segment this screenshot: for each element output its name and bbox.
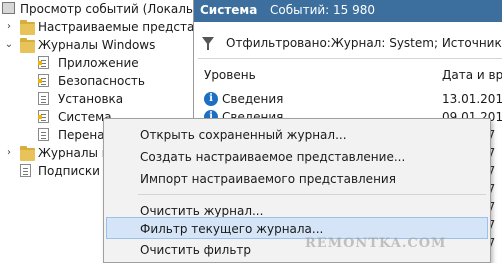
collapse-arrow-icon[interactable]: ⌄: [4, 36, 14, 54]
filter-description: Отфильтровано:Журнал: System; Источник: …: [226, 36, 502, 50]
tree-item-label: Подписки: [38, 164, 100, 178]
event-viewer-icon: [2, 2, 15, 14]
menu-item-label: Создать настраиваемое представление...: [140, 150, 406, 164]
column-header-row: Уровень Дата и время: [198, 64, 502, 86]
tree-item-label: Приложение: [58, 56, 139, 70]
menu-item-label: Фильтр текущего журнала...: [140, 222, 324, 236]
folder-icon: [20, 38, 35, 53]
watermark: REMONTKA.COM: [305, 236, 447, 251]
menu-separator: [138, 194, 486, 195]
menu-item-label: Импорт настраиваемого представления: [140, 172, 396, 186]
tree-item-root[interactable]: Просмотр событий (Локальный): [0, 0, 193, 18]
tree-item-label: Настраиваемые представления: [38, 20, 193, 34]
info-icon: i: [204, 92, 218, 106]
log-icon: [38, 92, 49, 105]
log-header: Система Событий: 15 980: [194, 0, 502, 22]
folder-icon: [20, 20, 35, 35]
table-row[interactable]: i Сведения 13.01.2018: [198, 90, 502, 108]
tree-item-application[interactable]: Приложение: [0, 54, 193, 72]
tree-item-setup[interactable]: Установка: [0, 90, 193, 108]
row-date: 13.01.2018: [442, 92, 502, 106]
log-icon: [38, 128, 49, 141]
event-count: Событий: 15 980: [270, 3, 376, 17]
subscriptions-icon: [20, 164, 31, 177]
menu-item-label: Очистить фильтр: [140, 243, 252, 257]
row-level: Сведения: [222, 92, 284, 106]
filter-icon: [202, 37, 214, 50]
menu-item-label: Открыть сохраненный журнал...: [140, 128, 347, 142]
tree-item-windows-logs[interactable]: ⌄ Журналы Windows: [0, 36, 193, 54]
tree-item-label: Безопасность: [58, 74, 145, 88]
column-header-level[interactable]: Уровень: [204, 64, 256, 86]
tree-item-label: Журналы Windows: [38, 38, 156, 52]
log-title: Система: [200, 3, 258, 17]
filter-bar: Отфильтровано:Журнал: System; Источник: …: [198, 28, 502, 59]
folder-icon: [20, 146, 35, 161]
expand-arrow-icon[interactable]: ›: [4, 18, 14, 36]
tree-item-label: Установка: [58, 92, 124, 106]
log-icon: [38, 74, 49, 87]
tree-item-custom-views[interactable]: › Настраиваемые представления: [0, 18, 193, 36]
log-icon: [38, 56, 49, 69]
expand-arrow-icon[interactable]: ›: [4, 144, 14, 162]
tree-item-security[interactable]: Безопасность: [0, 72, 193, 90]
menu-item-import-custom-view[interactable]: Импорт настраиваемого представления: [106, 168, 488, 190]
tree-item-label: Просмотр событий (Локальный): [20, 2, 193, 16]
column-header-date[interactable]: Дата и время: [442, 64, 502, 86]
menu-item-open-saved-log[interactable]: Открыть сохраненный журнал...: [106, 124, 488, 146]
log-icon: [38, 110, 49, 123]
menu-item-create-custom-view[interactable]: Создать настраиваемое представление...: [106, 146, 488, 168]
